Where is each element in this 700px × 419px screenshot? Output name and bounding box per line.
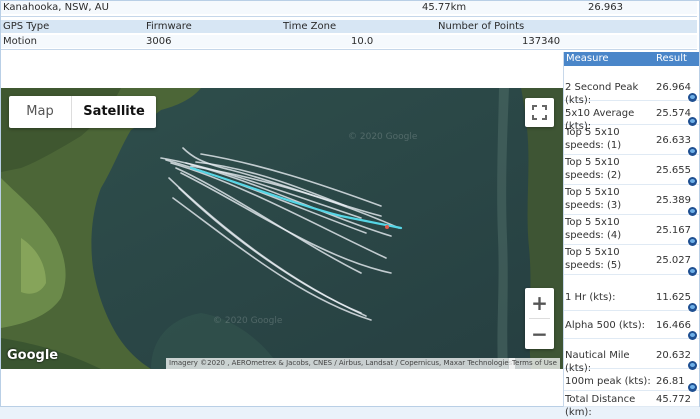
stat-result: 25.655 xyxy=(656,165,691,176)
measure-header: Measure xyxy=(566,53,609,64)
map-watermark: © 2020 Google xyxy=(213,316,283,326)
stat-row: 5x10 Average (kts): 25.574 xyxy=(564,102,699,132)
globe-icon[interactable] xyxy=(688,361,697,370)
stat-row: Top 5 5x10 speeds: (4) 25.167 xyxy=(564,216,699,246)
globe-icon[interactable] xyxy=(688,147,697,156)
stat-row: Nautical Mile (kts): 20.632 xyxy=(564,342,699,374)
globe-icon[interactable] xyxy=(688,331,697,340)
stat-result: 25.389 xyxy=(656,195,691,206)
info-table-header: GPS Type Firmware Time Zone Number of Po… xyxy=(1,20,697,33)
stat-measure: Top 5 5x10 speeds: (1) xyxy=(565,127,622,151)
globe-icon[interactable] xyxy=(688,177,697,186)
result-header: Result xyxy=(656,53,687,64)
stat-result: 45.772 xyxy=(656,394,691,405)
map-attribution: Imagery ©2020 , AEROmetrex & Jacobs, CNE… xyxy=(166,358,516,369)
minus-icon: − xyxy=(531,322,548,346)
stat-row: Top 5 5x10 speeds: (2) 25.655 xyxy=(564,156,699,186)
stat-result: 11.625 xyxy=(656,292,691,303)
stat-row: Top 5 5x10 speeds: (1) 26.633 xyxy=(564,126,699,156)
gps-type-value: Motion xyxy=(3,36,37,47)
stat-measure: Top 5 5x10 speeds: (4) xyxy=(565,217,622,241)
stat-row: 1 Hr (kts): 11.625 xyxy=(564,284,699,312)
stat-result: 26.633 xyxy=(656,135,691,146)
stat-result: 20.632 xyxy=(656,350,691,361)
header-number-of-points: Number of Points xyxy=(438,21,525,32)
distance-text: 45.77km xyxy=(422,2,467,13)
map-type-control[interactable]: Map Satellite xyxy=(9,96,156,128)
speed-text: 26.963 xyxy=(588,2,623,13)
location-text: Kanahooka, NSW, AU xyxy=(3,2,109,13)
stat-measure: Total Distance (km): xyxy=(565,394,636,418)
stats-header: Measure Result xyxy=(564,52,699,66)
firmware-value: 3006 xyxy=(146,36,172,47)
globe-icon[interactable] xyxy=(688,237,697,246)
globe-icon[interactable] xyxy=(688,303,697,312)
fullscreen-button[interactable] xyxy=(525,98,554,127)
session-summary-row: Kanahooka, NSW, AU 45.77km 26.963 xyxy=(1,1,697,14)
google-logo: Google xyxy=(7,348,59,363)
fullscreen-icon xyxy=(532,105,547,120)
stat-row: Top 5 5x10 speeds: (3) 25.389 xyxy=(564,186,699,216)
terms-of-use-link[interactable]: Terms of Use xyxy=(509,358,560,369)
zoom-control[interactable]: + − xyxy=(525,288,554,349)
stat-result: 16.466 xyxy=(656,320,691,331)
stat-result: 26.81 xyxy=(656,376,685,387)
stat-measure: 100m peak (kts): xyxy=(565,376,651,387)
stat-row: 100m peak (kts): 26.81 xyxy=(564,372,699,392)
zoom-out-button[interactable]: − xyxy=(525,319,554,349)
divider xyxy=(1,16,697,17)
stat-result: 26.964 xyxy=(656,82,691,93)
globe-icon[interactable] xyxy=(688,117,697,126)
map-imagery xyxy=(1,88,563,369)
info-table-row: Motion 3006 10.0 137340 xyxy=(1,35,697,48)
stat-row: Total Distance (km): 45.772 xyxy=(564,392,699,418)
stat-result: 25.574 xyxy=(656,108,691,119)
stat-row: Alpha 500 (kts): 16.466 xyxy=(564,312,699,340)
map-type-satellite-button[interactable]: Satellite xyxy=(72,96,156,128)
header-gps-type: GPS Type xyxy=(3,21,50,32)
map-type-map-button[interactable]: Map xyxy=(9,96,72,128)
stat-measure: Top 5 5x10 speeds: (3) xyxy=(565,187,622,211)
globe-icon[interactable] xyxy=(688,383,697,392)
number-of-points-value: 137340 xyxy=(522,36,561,47)
stat-measure: 1 Hr (kts): xyxy=(565,292,616,303)
divider xyxy=(1,49,697,50)
stat-measure: Top 5 5x10 speeds: (2) xyxy=(565,157,622,181)
stat-result: 25.167 xyxy=(656,225,691,236)
time-zone-value: 10.0 xyxy=(351,36,374,47)
stat-row: Top 5 5x10 speeds: (5) 25.027 xyxy=(564,246,699,276)
stat-measure: Alpha 500 (kts): xyxy=(565,320,645,331)
zoom-in-button[interactable]: + xyxy=(525,288,554,318)
header-time-zone: Time Zone xyxy=(283,21,337,32)
globe-icon[interactable] xyxy=(688,93,697,102)
globe-icon[interactable] xyxy=(688,267,697,276)
stats-panel: Measure Result 2 Second Peak (kts): 26.96… xyxy=(563,52,699,418)
header-firmware: Firmware xyxy=(146,21,192,32)
satellite-map[interactable] xyxy=(1,88,563,369)
plus-icon: + xyxy=(531,291,548,315)
map-watermark: © 2020 Google xyxy=(348,132,418,142)
stat-measure: Top 5 5x10 speeds: (5) xyxy=(565,247,622,271)
stat-result: 25.027 xyxy=(656,255,691,266)
stat-row: 2 Second Peak (kts): 26.964 xyxy=(564,74,699,106)
globe-icon[interactable] xyxy=(688,207,697,216)
